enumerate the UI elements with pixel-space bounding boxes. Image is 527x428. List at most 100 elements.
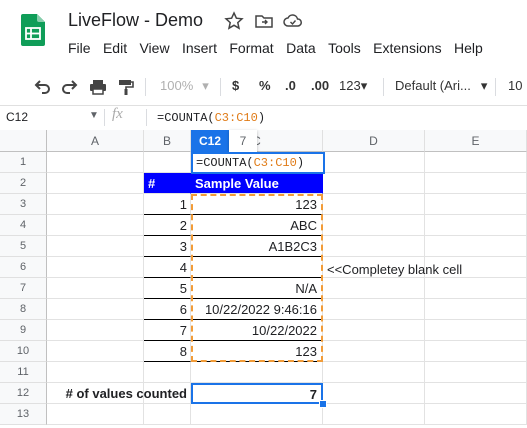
menu-file[interactable]: File — [68, 40, 91, 60]
table-row-value[interactable]: 10/22/2022 9:46:16 — [191, 299, 323, 320]
grid-cell[interactable] — [425, 404, 527, 425]
font-size-select[interactable]: 10 — [508, 76, 522, 96]
grid-cell[interactable] — [323, 194, 425, 215]
grid-cell[interactable] — [425, 383, 527, 404]
grid-cell[interactable] — [323, 173, 425, 194]
menu-help[interactable]: Help — [454, 40, 483, 60]
table-row-number[interactable]: 3 — [144, 236, 191, 257]
grid-cell[interactable] — [144, 152, 191, 173]
row-header[interactable]: 5 — [0, 236, 47, 257]
decrease-decimal-button[interactable]: .0 — [285, 76, 296, 96]
grid-cell[interactable] — [191, 404, 323, 425]
more-formats-button[interactable]: 123▾ — [339, 76, 367, 96]
grid-cell[interactable] — [425, 320, 527, 341]
table-row-number[interactable]: 5 — [144, 278, 191, 299]
grid-cell[interactable] — [47, 278, 144, 299]
name-box[interactable]: C12 — [6, 110, 28, 124]
zoom-select[interactable]: 100% ▾ — [160, 76, 209, 96]
menu-tools[interactable]: Tools — [328, 40, 361, 60]
star-icon[interactable] — [224, 11, 244, 31]
row-header[interactable]: 9 — [0, 320, 47, 341]
row-header[interactable]: 12 — [0, 383, 47, 404]
grid-cell[interactable] — [425, 236, 527, 257]
row-header[interactable]: 6 — [0, 257, 47, 278]
grid-cell[interactable] — [323, 152, 425, 173]
grid-cell[interactable] — [47, 257, 144, 278]
grid-cell[interactable] — [425, 194, 527, 215]
menu-edit[interactable]: Edit — [103, 40, 127, 60]
grid-cell[interactable] — [47, 236, 144, 257]
table-row-value[interactable]: A1B2C3 — [191, 236, 323, 257]
fill-handle[interactable] — [319, 400, 327, 408]
in-cell-formula-editor[interactable]: =COUNTA(C3:C10) — [191, 152, 325, 174]
table-row-number[interactable]: 2 — [144, 215, 191, 236]
table-row-value[interactable]: 123 — [191, 194, 323, 215]
grid-cell[interactable] — [191, 362, 323, 383]
table-row-number[interactable]: 7 — [144, 320, 191, 341]
cloud-status-icon[interactable] — [283, 11, 303, 31]
grid-cell[interactable] — [323, 383, 425, 404]
menu-data[interactable]: Data — [286, 40, 316, 60]
row-header[interactable]: 1 — [0, 152, 47, 173]
menu-format[interactable]: Format — [229, 40, 273, 60]
move-folder-icon[interactable] — [254, 11, 274, 31]
grid-cell[interactable] — [47, 194, 144, 215]
grid-cell[interactable] — [425, 299, 527, 320]
result-label[interactable]: # of values counted — [47, 383, 191, 404]
font-select[interactable]: Default (Ari... ▾ — [395, 76, 487, 96]
table-row-value[interactable]: ABC — [191, 215, 323, 236]
grid-cell[interactable] — [144, 362, 191, 383]
increase-decimal-button[interactable]: .00 — [311, 76, 329, 96]
table-row-value[interactable] — [191, 257, 323, 278]
grid-cell[interactable] — [425, 152, 527, 173]
google-sheets-logo-icon[interactable] — [21, 14, 45, 46]
document-title[interactable]: LiveFlow - Demo — [68, 10, 203, 31]
percent-format-button[interactable]: % — [259, 76, 271, 96]
row-header[interactable]: 7 — [0, 278, 47, 299]
col-header-b[interactable]: B — [144, 130, 191, 152]
table-row-value[interactable]: 10/22/2022 — [191, 320, 323, 341]
grid-cell[interactable] — [323, 236, 425, 257]
grid-cell[interactable] — [47, 215, 144, 236]
grid-cell[interactable] — [323, 341, 425, 362]
grid-cell[interactable] — [425, 278, 527, 299]
table-row-number[interactable]: 1 — [144, 194, 191, 215]
grid-cell[interactable] — [425, 215, 527, 236]
row-header[interactable]: 11 — [0, 362, 47, 383]
grid-cell[interactable] — [144, 404, 191, 425]
menu-view[interactable]: View — [139, 40, 169, 60]
col-header-e[interactable]: E — [425, 130, 527, 152]
menu-extensions[interactable]: Extensions — [373, 40, 441, 60]
grid-cell[interactable] — [47, 362, 144, 383]
select-all-corner[interactable] — [0, 130, 47, 152]
row-header[interactable]: 10 — [0, 341, 47, 362]
grid-cell[interactable] — [323, 320, 425, 341]
grid-cell[interactable] — [425, 341, 527, 362]
grid-cell[interactable] — [323, 404, 425, 425]
table-row-number[interactable]: 8 — [144, 341, 191, 362]
table-row-value[interactable]: 123 — [191, 341, 323, 362]
grid-cell[interactable] — [47, 173, 144, 194]
grid-cell[interactable] — [425, 173, 527, 194]
grid-cell[interactable] — [47, 320, 144, 341]
redo-icon[interactable] — [60, 77, 80, 97]
print-icon[interactable] — [88, 77, 108, 97]
grid-cell[interactable] — [425, 362, 527, 383]
table-row-value[interactable]: N/A — [191, 278, 323, 299]
col-header-d[interactable]: D — [323, 130, 425, 152]
table-row-number[interactable]: 4 — [144, 257, 191, 278]
grid-cell[interactable] — [47, 299, 144, 320]
col-header-a[interactable]: A — [47, 130, 144, 152]
grid-cell[interactable] — [323, 362, 425, 383]
row-header[interactable]: 4 — [0, 215, 47, 236]
table-header-number[interactable]: # — [144, 173, 191, 194]
menu-insert[interactable]: Insert — [182, 40, 217, 60]
table-header-sample-value[interactable]: Sample Value — [191, 173, 323, 194]
grid-cell[interactable] — [323, 278, 425, 299]
formula-input[interactable]: =COUNTA(C3:C10) — [157, 111, 265, 125]
grid-cell[interactable] — [47, 341, 144, 362]
grid-cell[interactable] — [47, 152, 144, 173]
grid-cell[interactable] — [323, 299, 425, 320]
chevron-down-icon[interactable]: ▼ — [89, 110, 99, 121]
currency-format-button[interactable]: $ — [232, 76, 239, 96]
